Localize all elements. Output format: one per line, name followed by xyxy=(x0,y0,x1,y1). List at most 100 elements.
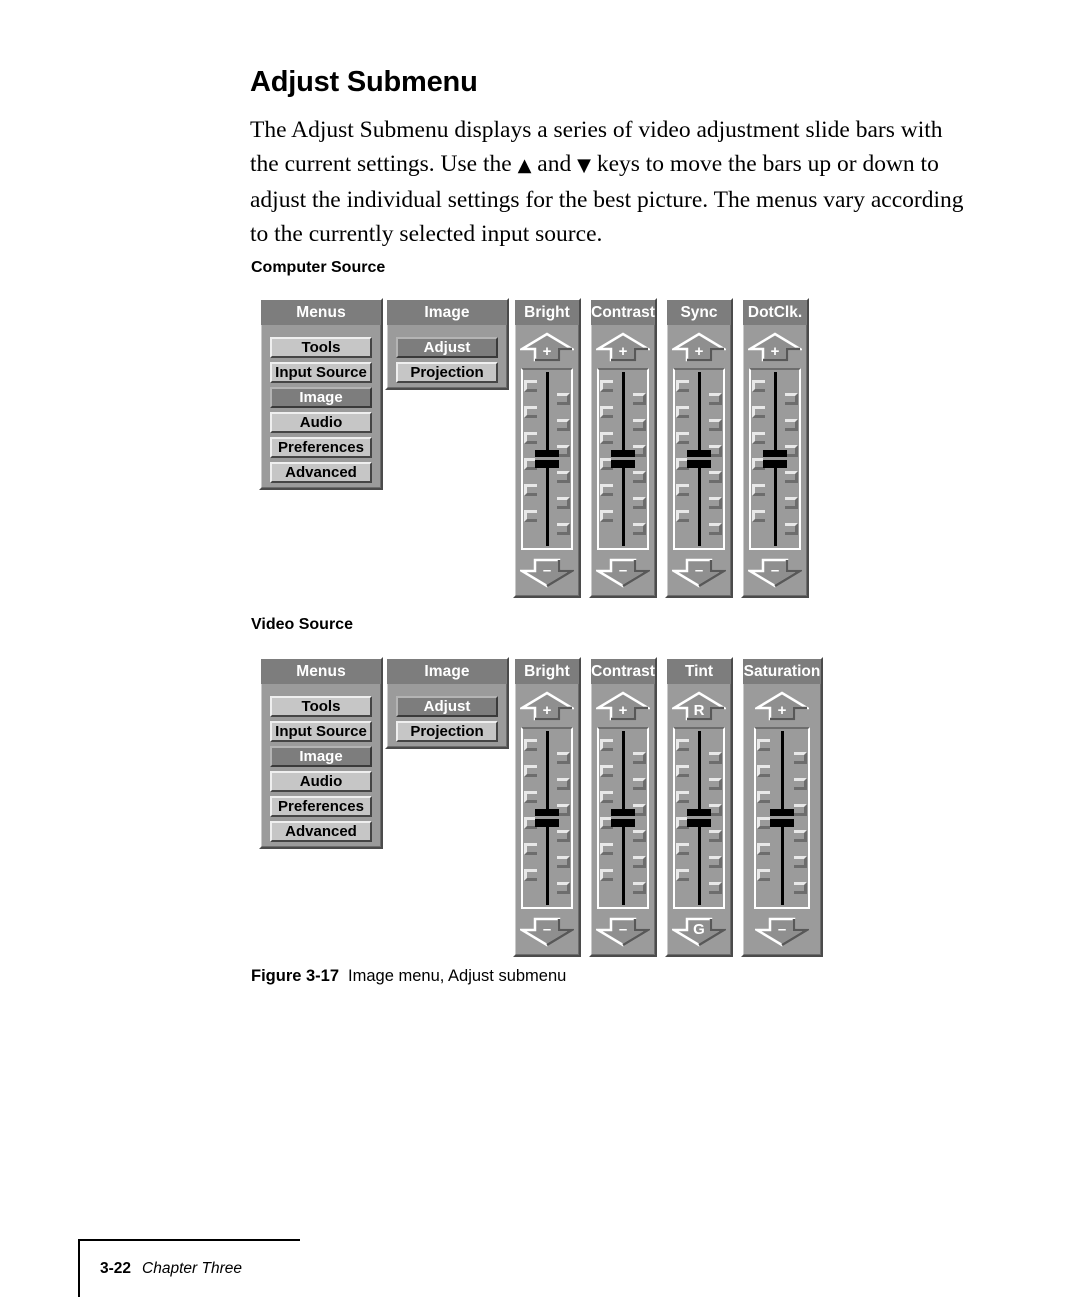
slider-track[interactable] xyxy=(673,368,725,550)
tick-mark xyxy=(709,856,722,868)
slider-dotclk[interactable]: DotClk. + – xyxy=(741,298,809,598)
arrow-down-icon xyxy=(755,917,809,947)
menu-item-label: Preferences xyxy=(278,439,364,456)
arrow-down-icon xyxy=(520,917,574,947)
slider-decrease-button[interactable]: – xyxy=(748,558,802,588)
slider-decrease-button[interactable]: G xyxy=(672,917,726,947)
section-label-video-source: Video Source xyxy=(251,616,353,633)
arrow-up-icon xyxy=(748,332,802,362)
slider-thumb[interactable] xyxy=(535,450,559,468)
slider-increase-button[interactable]: + xyxy=(755,691,809,721)
tick-mark xyxy=(794,856,807,868)
image-menu-item-projection[interactable]: Projection xyxy=(396,362,498,383)
tick-mark xyxy=(524,765,537,777)
slider-decrease-button[interactable]: – xyxy=(755,917,809,947)
slider-decrease-button[interactable]: – xyxy=(672,558,726,588)
page-title: Adjust Submenu xyxy=(250,66,478,98)
slider-contrast[interactable]: Contrast + – xyxy=(589,657,657,957)
menu-item-preferences[interactable]: Preferences xyxy=(270,796,372,817)
slider-decrease-button[interactable]: – xyxy=(520,558,574,588)
menu-item-label: Tools xyxy=(301,339,341,356)
image-menu-item-adjust[interactable]: Adjust xyxy=(396,337,498,358)
tick-mark xyxy=(557,830,570,842)
menu-item-advanced[interactable]: Advanced xyxy=(270,821,372,842)
slider-track[interactable] xyxy=(521,727,573,909)
slider-title: Bright xyxy=(515,659,579,684)
tick-mark xyxy=(676,406,689,418)
slider-track[interactable] xyxy=(754,727,810,909)
figure-caption-text: Image menu, Adjust submenu xyxy=(348,967,567,985)
tick-mark xyxy=(524,869,537,881)
slider-track[interactable] xyxy=(597,727,649,909)
tick-mark xyxy=(633,856,646,868)
tick-mark xyxy=(709,523,722,535)
menu-item-image[interactable]: Image xyxy=(270,746,372,767)
tick-mark xyxy=(709,752,722,764)
slider-thumb[interactable] xyxy=(611,809,635,827)
menus-panel: Menus Tools Input Source Image Audio Preferen… xyxy=(259,298,383,490)
slider-increase-button[interactable]: + xyxy=(596,691,650,721)
slider-decrease-button[interactable]: – xyxy=(520,917,574,947)
tick-mark xyxy=(676,869,689,881)
tick-mark xyxy=(600,432,613,444)
image-menu-item-projection[interactable]: Projection xyxy=(396,721,498,742)
slider-decrease-button[interactable]: – xyxy=(596,558,650,588)
image-panel: Image Adjust Projection xyxy=(385,298,509,390)
arrow-down-icon xyxy=(520,558,574,588)
tick-mark xyxy=(557,393,570,405)
slider-track[interactable] xyxy=(673,727,725,909)
slider-saturation[interactable]: Saturation + – xyxy=(741,657,823,957)
image-menu-item-adjust[interactable]: Adjust xyxy=(396,696,498,717)
tick-mark xyxy=(785,523,798,535)
slider-track[interactable] xyxy=(597,368,649,550)
menu-item-audio[interactable]: Audio xyxy=(270,771,372,792)
menu-item-image[interactable]: Image xyxy=(270,387,372,408)
tick-mark xyxy=(557,882,570,894)
tick-mark xyxy=(709,419,722,431)
tick-mark xyxy=(524,380,537,392)
tick-mark xyxy=(757,739,770,751)
slider-contrast[interactable]: Contrast + – xyxy=(589,298,657,598)
slider-sync[interactable]: Sync + – xyxy=(665,298,733,598)
slider-increase-button[interactable]: R xyxy=(672,691,726,721)
tick-mark xyxy=(752,510,765,522)
slider-thumb[interactable] xyxy=(770,809,794,827)
image-panel: Image Adjust Projection xyxy=(385,657,509,749)
menu-item-preferences[interactable]: Preferences xyxy=(270,437,372,458)
slider-tint[interactable]: Tint R G xyxy=(665,657,733,957)
menus-panel-title: Menus xyxy=(261,300,381,325)
slider-increase-button[interactable]: + xyxy=(520,691,574,721)
menu-item-tools[interactable]: Tools xyxy=(270,337,372,358)
slider-thumb[interactable] xyxy=(687,809,711,827)
arrow-down-icon xyxy=(672,558,726,588)
slider-thumb[interactable] xyxy=(611,450,635,468)
slider-bright[interactable]: Bright + – xyxy=(513,298,581,598)
slider-track[interactable] xyxy=(521,368,573,550)
tick-mark xyxy=(794,752,807,764)
menu-item-label: Audio xyxy=(299,414,343,431)
slider-track[interactable] xyxy=(749,368,801,550)
slider-bright[interactable]: Bright + – xyxy=(513,657,581,957)
arrow-up-icon xyxy=(520,332,574,362)
slider-increase-button[interactable]: + xyxy=(596,332,650,362)
tick-mark xyxy=(600,869,613,881)
slider-thumb[interactable] xyxy=(687,450,711,468)
tick-mark xyxy=(633,471,646,483)
tick-mark xyxy=(524,739,537,751)
tick-mark xyxy=(752,484,765,496)
slider-increase-button[interactable]: + xyxy=(520,332,574,362)
menu-item-advanced[interactable]: Advanced xyxy=(270,462,372,483)
menu-item-audio[interactable]: Audio xyxy=(270,412,372,433)
tick-mark xyxy=(600,380,613,392)
menu-item-input-source[interactable]: Input Source xyxy=(270,362,372,383)
menu-item-input-source[interactable]: Input Source xyxy=(270,721,372,742)
slider-increase-button[interactable]: + xyxy=(748,332,802,362)
slider-decrease-button[interactable]: – xyxy=(596,917,650,947)
tick-mark xyxy=(709,830,722,842)
tick-mark xyxy=(709,778,722,790)
slider-thumb[interactable] xyxy=(763,450,787,468)
slider-thumb[interactable] xyxy=(535,809,559,827)
slider-increase-button[interactable]: + xyxy=(672,332,726,362)
menu-item-tools[interactable]: Tools xyxy=(270,696,372,717)
figure-number: Figure 3-17 xyxy=(251,967,340,985)
